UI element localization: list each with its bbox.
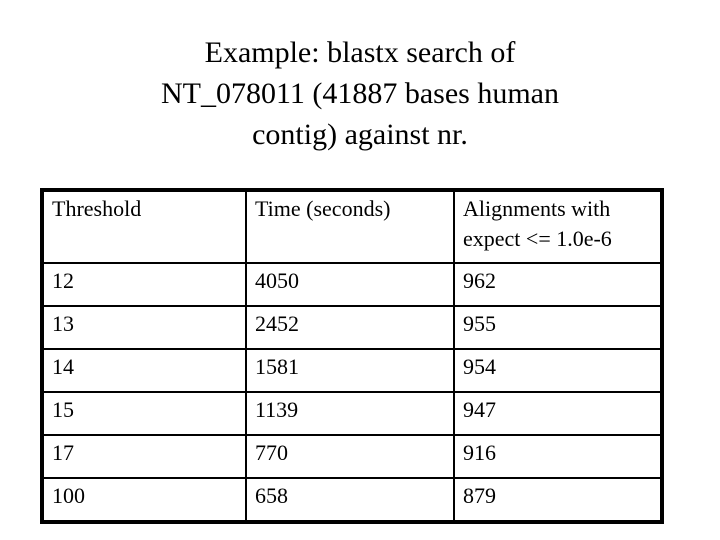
cell-time: 658 xyxy=(245,477,455,523)
title-line-2: NT_078011 (41887 bases human xyxy=(161,77,559,110)
page-title: Example: blastx search of NT_078011 (418… xyxy=(50,32,670,155)
column-header-alignments-line-2: expect <= 1.0e-6 xyxy=(463,226,612,251)
table-row: 17 770 916 xyxy=(41,434,663,479)
title-line-3: contig) against nr. xyxy=(252,118,468,151)
cell-threshold: 13 xyxy=(41,305,247,350)
cell-threshold: 17 xyxy=(41,434,247,479)
slide-canvas: Example: blastx search of NT_078011 (418… xyxy=(0,0,720,540)
cell-time: 4050 xyxy=(245,262,455,307)
table-row: 13 2452 955 xyxy=(41,305,663,350)
results-table-container: Threshold Time (seconds) Alignments with… xyxy=(40,188,664,524)
table-header: Threshold Time (seconds) Alignments with… xyxy=(41,189,663,264)
column-header-threshold: Threshold xyxy=(41,189,247,264)
cell-time: 1581 xyxy=(245,348,455,393)
table-row: 14 1581 954 xyxy=(41,348,663,393)
title-line-1: Example: blastx search of xyxy=(204,36,516,69)
table-body: 12 4050 962 13 2452 955 14 1581 954 15 1… xyxy=(41,262,663,523)
cell-threshold: 14 xyxy=(41,348,247,393)
cell-time: 1139 xyxy=(245,391,455,436)
cell-threshold: 15 xyxy=(41,391,247,436)
table-header-row: Threshold Time (seconds) Alignments with… xyxy=(41,189,663,264)
table-row: 100 658 879 xyxy=(41,477,663,523)
cell-threshold: 100 xyxy=(41,477,247,523)
cell-alignments: 962 xyxy=(453,262,663,307)
table-row: 15 1139 947 xyxy=(41,391,663,436)
column-header-alignments: Alignments with expect <= 1.0e-6 xyxy=(453,189,663,264)
column-header-threshold-line-1: Threshold xyxy=(52,196,142,221)
cell-alignments: 954 xyxy=(453,348,663,393)
cell-alignments: 947 xyxy=(453,391,663,436)
cell-alignments: 916 xyxy=(453,434,663,479)
column-header-alignments-line-1: Alignments with xyxy=(463,196,611,221)
cell-time: 2452 xyxy=(245,305,455,350)
cell-alignments: 879 xyxy=(453,477,663,523)
table-row: 12 4050 962 xyxy=(41,262,663,307)
column-header-time: Time (seconds) xyxy=(245,189,455,264)
results-table: Threshold Time (seconds) Alignments with… xyxy=(40,188,664,524)
cell-time: 770 xyxy=(245,434,455,479)
column-header-time-line-1: Time (seconds) xyxy=(255,196,391,221)
cell-threshold: 12 xyxy=(41,262,247,307)
cell-alignments: 955 xyxy=(453,305,663,350)
